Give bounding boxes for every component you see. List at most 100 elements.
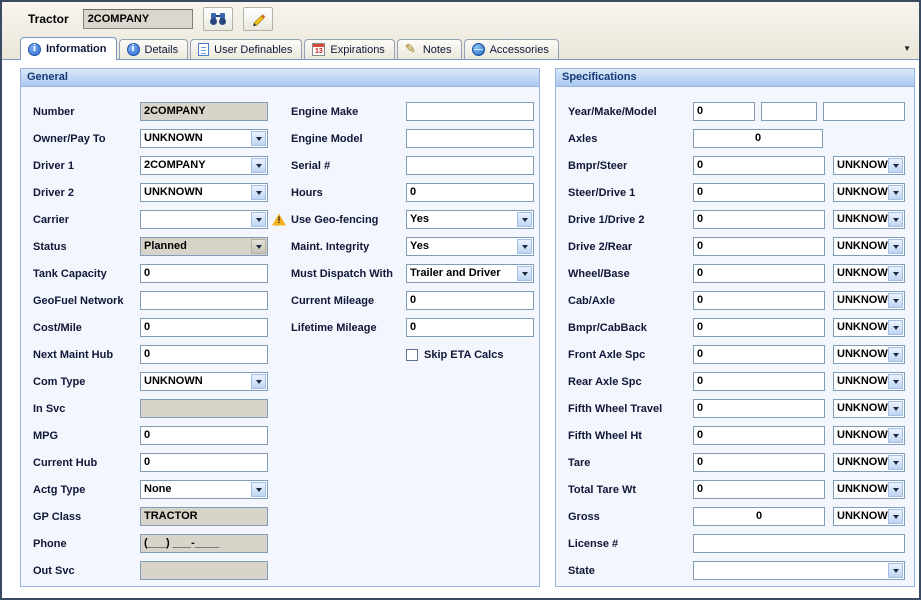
hours-field[interactable]: 0: [406, 183, 534, 202]
dropdown-button[interactable]: [251, 131, 266, 146]
dropdown-button[interactable]: [888, 293, 903, 308]
bmpr-cabback-unit-select[interactable]: UNKNOW: [833, 318, 905, 337]
cab-axle-field[interactable]: 0: [693, 291, 825, 310]
bmpr-steer-unit-select[interactable]: UNKNOW: [833, 156, 905, 175]
dropdown-button[interactable]: [888, 428, 903, 443]
text: MPG: [33, 430, 58, 442]
drive-1-drive-2-unit-select[interactable]: UNKNOW: [833, 210, 905, 229]
dropdown-button[interactable]: [888, 374, 903, 389]
tare-field[interactable]: 0: [693, 453, 825, 472]
driver-1-select[interactable]: 2COMPANY: [140, 156, 268, 175]
rear-axle-spc-unit-select[interactable]: UNKNOW: [833, 372, 905, 391]
next-maint-hub-field[interactable]: 0: [140, 345, 268, 364]
geofuel-network-field[interactable]: [140, 291, 268, 310]
make-field[interactable]: [761, 102, 817, 121]
drive-2-rear-field[interactable]: 0: [693, 237, 825, 256]
tab-information[interactable]: Information: [20, 37, 117, 60]
rear-axle-spc-field[interactable]: 0: [693, 372, 825, 391]
tab-expirations[interactable]: Expirations: [304, 39, 394, 59]
mpg-field[interactable]: 0: [140, 426, 268, 445]
drive-1-drive-2-field[interactable]: 0: [693, 210, 825, 229]
dropdown-button[interactable]: [251, 374, 266, 389]
dropdown-button[interactable]: [517, 212, 532, 227]
steer-drive-1-field[interactable]: 0: [693, 183, 825, 202]
engine-model-field[interactable]: [406, 129, 534, 148]
tab-user-definables[interactable]: User Definables: [190, 39, 302, 59]
license-field[interactable]: [693, 534, 905, 553]
dropdown-button[interactable]: [888, 320, 903, 335]
tab-notes[interactable]: Notes: [397, 39, 462, 59]
dropdown-button[interactable]: [888, 509, 903, 524]
dropdown-button[interactable]: [888, 563, 903, 578]
dropdown-button[interactable]: [251, 185, 266, 200]
fifth-wheel-ht-field[interactable]: 0: [693, 426, 825, 445]
skip-eta-calcs-checkbox[interactable]: [406, 349, 418, 361]
current-hub-field[interactable]: 0: [140, 453, 268, 472]
total-tare-wt-field[interactable]: 0: [693, 480, 825, 499]
drive-2-rear-unit-select[interactable]: UNKNOW: [833, 237, 905, 256]
actg-type-select[interactable]: None: [140, 480, 268, 499]
dropdown-button[interactable]: [251, 212, 266, 227]
carrier-select[interactable]: [140, 210, 268, 229]
bmpr-steer-field[interactable]: 0: [693, 156, 825, 175]
dropdown-button[interactable]: [251, 239, 266, 254]
bmpr-cabback-field[interactable]: 0: [693, 318, 825, 337]
text: Rear Axle Spc: [568, 376, 642, 388]
fifth-wheel-travel-field[interactable]: 0: [693, 399, 825, 418]
edit-button[interactable]: [243, 7, 273, 31]
use-geo-fencing-select[interactable]: Yes: [406, 210, 534, 229]
tab-details[interactable]: Details: [119, 39, 189, 59]
find-button[interactable]: [203, 7, 233, 31]
dropdown-button[interactable]: [888, 158, 903, 173]
current-mileage-field[interactable]: 0: [406, 291, 534, 310]
dropdown-button[interactable]: [888, 239, 903, 254]
status-select[interactable]: Planned: [140, 237, 268, 256]
must-dispatch-with-select[interactable]: Trailer and Driver: [406, 264, 534, 283]
tractor-id-input[interactable]: [83, 9, 193, 29]
field-row-engine-make: Engine Make: [291, 98, 534, 125]
dropdown-button[interactable]: [888, 266, 903, 281]
tab-overflow-arrow[interactable]: [903, 44, 911, 53]
total-tare-wt-unit-select[interactable]: UNKNOW: [833, 480, 905, 499]
spec-row-total-tare-wt: Total Tare Wt0UNKNOW: [568, 476, 905, 503]
dropdown-button[interactable]: [888, 212, 903, 227]
field-row-hours: Hours0: [291, 179, 534, 206]
pencil-icon: [250, 11, 266, 27]
warning-icon: [272, 214, 286, 226]
steer-drive-1-unit-select[interactable]: UNKNOW: [833, 183, 905, 202]
model-field[interactable]: [823, 102, 905, 121]
dropdown-button[interactable]: [251, 482, 266, 497]
dropdown-button[interactable]: [888, 347, 903, 362]
wheel-base-unit-select[interactable]: UNKNOW: [833, 264, 905, 283]
com-type-select[interactable]: UNKNOWN: [140, 372, 268, 391]
dropdown-button[interactable]: [888, 455, 903, 470]
dropdown-button[interactable]: [888, 482, 903, 497]
state-select[interactable]: [693, 561, 905, 580]
wheel-base-field[interactable]: 0: [693, 264, 825, 283]
dropdown-button[interactable]: [517, 239, 532, 254]
maint-integrity-select[interactable]: Yes: [406, 237, 534, 256]
driver-2-select[interactable]: UNKNOWN: [140, 183, 268, 202]
front-axle-spc-field[interactable]: 0: [693, 345, 825, 364]
dropdown-button[interactable]: [251, 158, 266, 173]
text: Tare: [568, 457, 590, 469]
dropdown-button[interactable]: [888, 185, 903, 200]
fifth-wheel-travel-unit-select[interactable]: UNKNOW: [833, 399, 905, 418]
engine-make-field[interactable]: [406, 102, 534, 121]
serial-field[interactable]: [406, 156, 534, 175]
fifth-wheel-ht-unit-select[interactable]: UNKNOW: [833, 426, 905, 445]
owner-pay-to-select[interactable]: UNKNOWN: [140, 129, 268, 148]
front-axle-spc-unit-select[interactable]: UNKNOW: [833, 345, 905, 364]
year-field[interactable]: 0: [693, 102, 755, 121]
tab-accessories[interactable]: Accessories: [464, 39, 559, 59]
tare-unit-select[interactable]: UNKNOW: [833, 453, 905, 472]
gross-field[interactable]: 0: [693, 507, 825, 526]
axles-field[interactable]: 0: [693, 129, 823, 148]
dropdown-button[interactable]: [888, 401, 903, 416]
dropdown-button[interactable]: [517, 266, 532, 281]
lifetime-mileage-field[interactable]: 0: [406, 318, 534, 337]
cab-axle-unit-select[interactable]: UNKNOW: [833, 291, 905, 310]
tank-capacity-field[interactable]: 0: [140, 264, 268, 283]
cost-mile-field[interactable]: 0: [140, 318, 268, 337]
gross-unit-select[interactable]: UNKNOW: [833, 507, 905, 526]
